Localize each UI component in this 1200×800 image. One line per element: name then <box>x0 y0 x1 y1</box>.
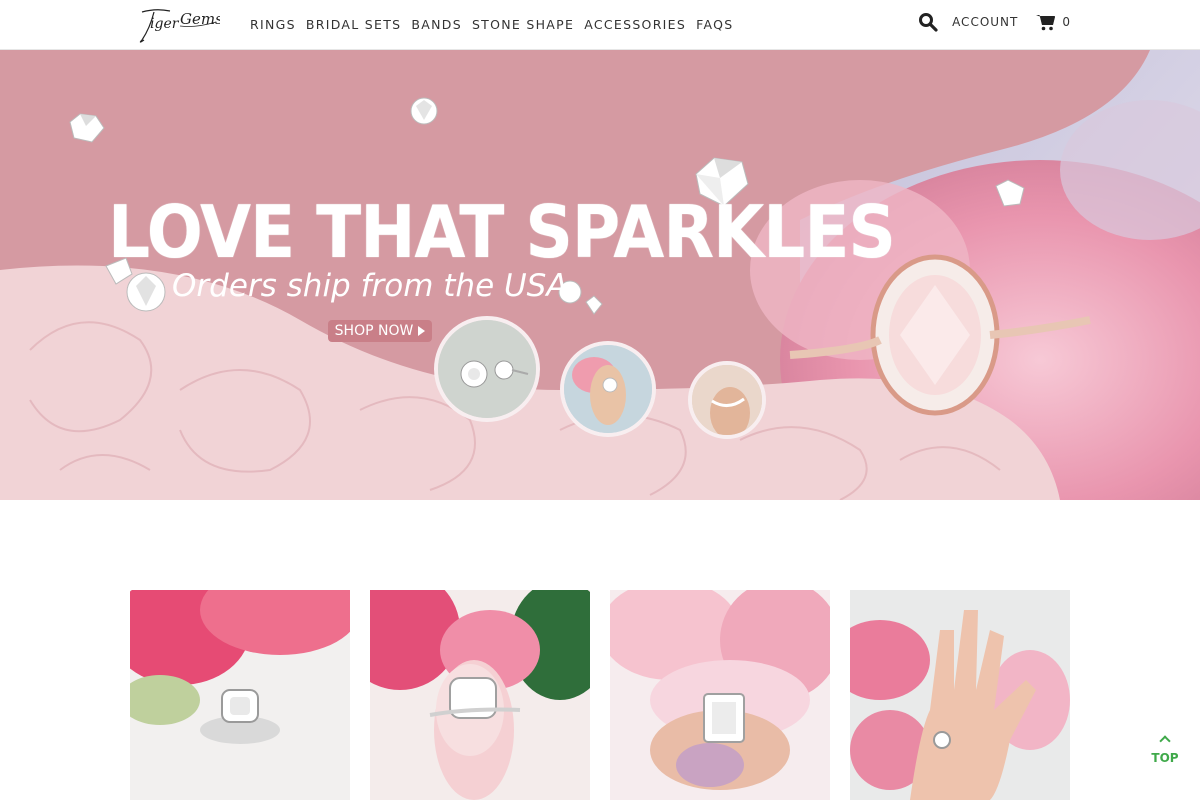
shop-now-label: SHOP NOW <box>334 323 414 339</box>
product-card[interactable] <box>850 590 1070 800</box>
chevron-up-icon <box>1159 735 1171 747</box>
nav-item-bands[interactable]: BANDS <box>411 17 462 32</box>
diamond-icon <box>995 179 1025 207</box>
earrings-thumbnail <box>434 316 540 422</box>
nav-item-stone-shape[interactable]: STONE SHAPE <box>472 17 574 32</box>
nav-item-bridal-sets[interactable]: BRIDAL SETS <box>306 17 402 32</box>
product-card[interactable] <box>130 590 350 800</box>
play-arrow-icon <box>418 326 426 336</box>
shop-now-button[interactable]: SHOP NOW <box>328 320 432 342</box>
earrings-image <box>438 320 536 418</box>
diamond-icon <box>410 97 438 125</box>
header-actions: ACCOUNT 0 <box>918 12 1070 32</box>
nav-item-accessories[interactable]: ACCESSORIES <box>584 17 686 32</box>
hero-subtitle: Orders ship from the USA <box>172 268 568 304</box>
product-image-halo-cushion-ring <box>130 590 350 800</box>
product-image-emerald-cut-ring <box>610 590 830 800</box>
site-header: iger Gems RINGS BRIDAL SETS BANDS STONE … <box>0 0 1200 50</box>
hero-title: LOVE THAT SPARKLES <box>108 190 896 275</box>
product-card[interactable] <box>610 590 830 800</box>
ring-pair-thumbnail <box>560 341 656 437</box>
diamond-icon <box>69 113 105 143</box>
nav-item-rings[interactable]: RINGS <box>250 17 296 32</box>
cart-count: 0 <box>1062 15 1070 29</box>
back-to-top-label: TOP <box>1151 751 1179 765</box>
band-image <box>692 365 762 435</box>
logo-swash: iger Gems <box>139 9 220 43</box>
cart-icon <box>1036 15 1056 31</box>
product-card[interactable] <box>370 590 590 800</box>
ring-pair-image <box>564 345 652 433</box>
account-link[interactable]: ACCOUNT <box>952 15 1018 29</box>
cart-button[interactable]: 0 <box>1036 13 1070 31</box>
svg-text:iger: iger <box>150 16 180 32</box>
band-thumbnail <box>688 361 766 439</box>
brand-logo[interactable]: iger Gems <box>136 6 220 44</box>
product-image-cushion-solitaire-ring <box>370 590 590 800</box>
product-grid <box>130 590 1070 800</box>
hero-banner[interactable]: LOVE THAT SPARKLES Orders ship from the … <box>0 50 1200 500</box>
search-icon[interactable] <box>918 12 938 32</box>
product-image-round-solitaire-ring <box>850 590 1070 800</box>
main-nav: RINGS BRIDAL SETS BANDS STONE SHAPE ACCE… <box>250 17 733 32</box>
back-to-top-button[interactable]: TOP <box>1146 730 1184 770</box>
nav-item-faqs[interactable]: FAQS <box>696 17 733 32</box>
